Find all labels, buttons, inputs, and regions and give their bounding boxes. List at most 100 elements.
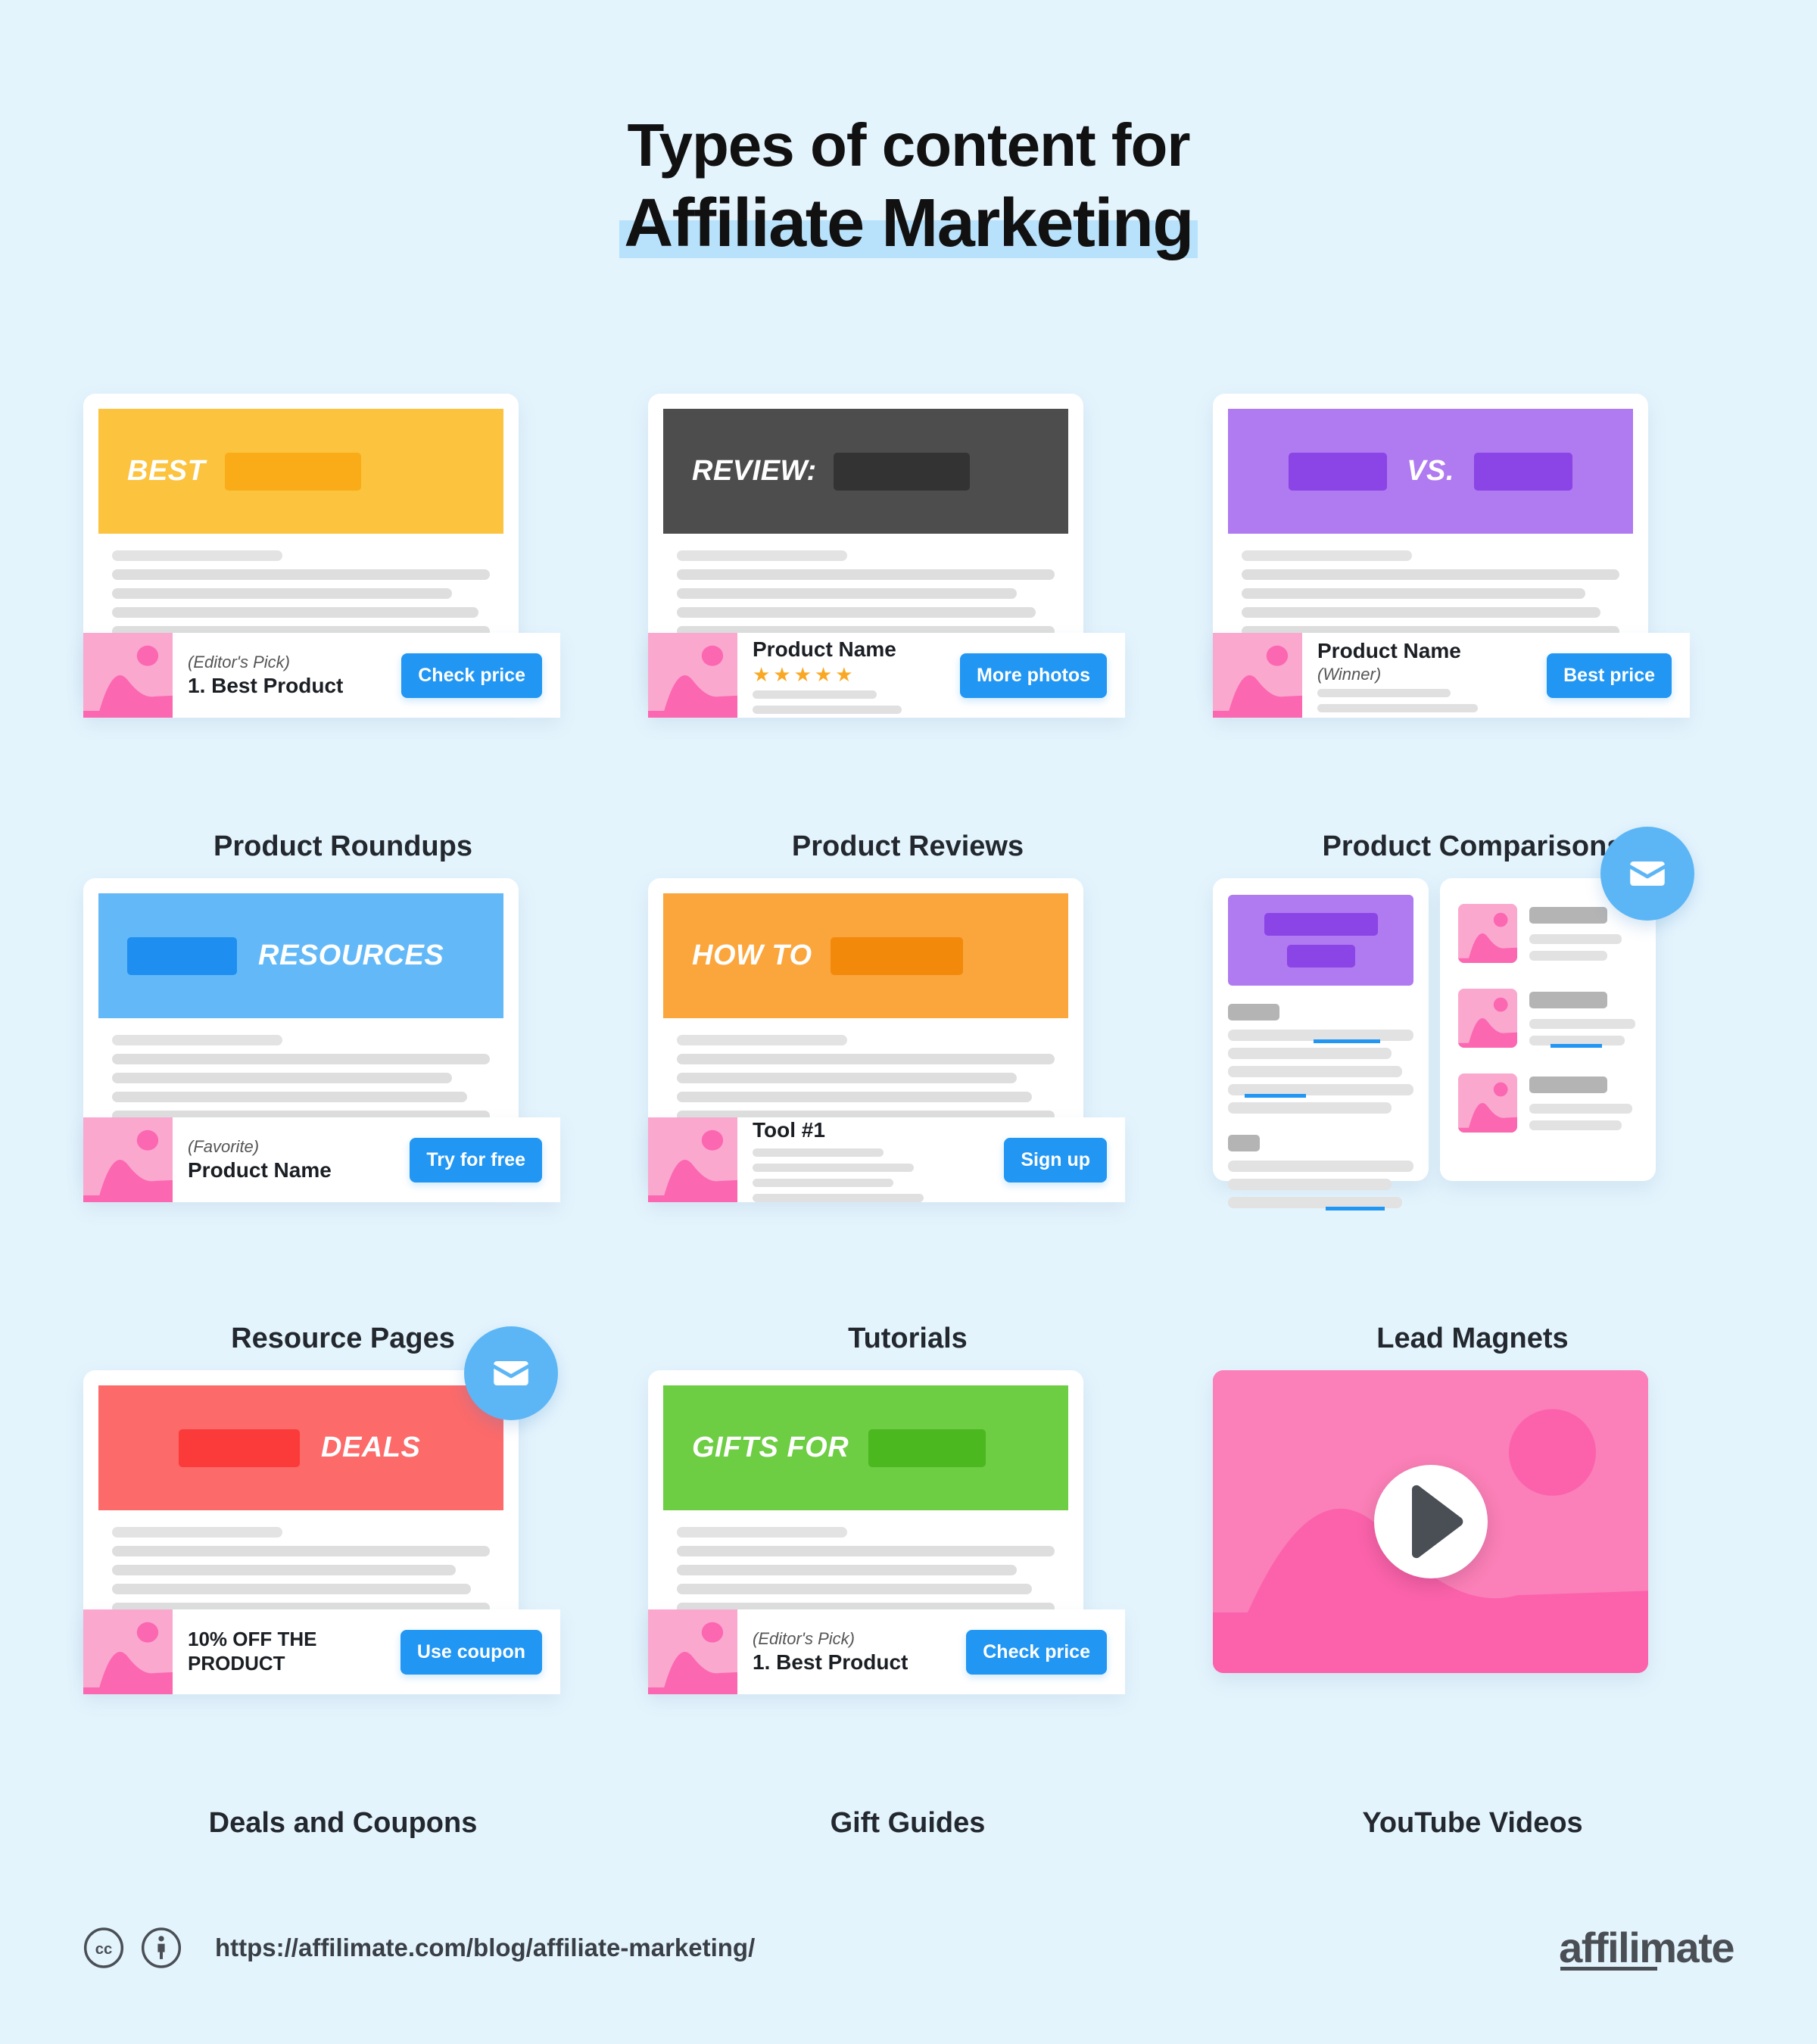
- placeholder-line: [112, 1546, 490, 1556]
- card-product-roundups[interactable]: BEST (Editor's Pick) 1. Best Product Che…: [83, 394, 560, 718]
- card-caption: Product Roundups: [213, 830, 472, 862]
- placeholder-line: [677, 1073, 1018, 1083]
- cell-product-comparisons: VS. Product Name (Winner) Best price Pro…: [1190, 379, 1755, 863]
- attribution-icon: [141, 1927, 182, 1968]
- product-thumbnail: [648, 1609, 737, 1694]
- page-title: Types of content for Affiliate Marketing: [0, 0, 1817, 260]
- placeholder-line: [112, 1054, 490, 1064]
- more-photos-button[interactable]: More photos: [960, 653, 1107, 698]
- title-line-2: Affiliate Marketing: [624, 185, 1194, 261]
- sign-up-button[interactable]: Sign up: [1004, 1137, 1107, 1182]
- cell-youtube-videos: YouTube Videos: [1190, 1355, 1755, 1840]
- placeholder-line: [1529, 1019, 1636, 1029]
- product-name: 10% OFF THE PRODUCT: [188, 1628, 317, 1675]
- placeholder-line: [1228, 1030, 1413, 1043]
- brand-name: affilimate: [1559, 1924, 1734, 1971]
- product-subtitle: (Editor's Pick): [188, 653, 290, 672]
- card-product-comparisons[interactable]: VS. Product Name (Winner) Best price: [1213, 394, 1690, 718]
- product-row: 10% OFF THE PRODUCT Use coupon: [83, 1609, 560, 1694]
- placeholder-line: [1242, 588, 1586, 599]
- placeholder-line: [112, 588, 453, 599]
- banner-placeholder-block: [1473, 452, 1572, 491]
- placeholder-line: [1317, 704, 1479, 713]
- license-block: cc https://affilimate.com/blog/affiliate…: [83, 1927, 755, 1968]
- placeholder-line: [753, 1194, 924, 1203]
- envelope-badge[interactable]: [1600, 827, 1694, 921]
- section-heading-placeholder: [1228, 1135, 1260, 1151]
- placeholder-line: [112, 550, 282, 561]
- infographic-page: Types of content for Affiliate Marketing…: [0, 0, 1817, 2044]
- product-thumbnail: [83, 1117, 173, 1202]
- content-type-grid: BEST (Editor's Pick) 1. Best Product Che…: [61, 379, 1756, 1840]
- envelope-badge[interactable]: [464, 1326, 558, 1420]
- product-subtitle: (Winner): [1317, 664, 1382, 684]
- placeholder-line: [677, 1092, 1033, 1102]
- product-row: Tool #1 Sign up: [648, 1117, 1125, 1203]
- banner-placeholder-block: [833, 452, 970, 491]
- placeholder-line: [112, 1527, 282, 1538]
- use-coupon-button[interactable]: Use coupon: [400, 1629, 542, 1675]
- best-price-button[interactable]: Best price: [1547, 653, 1672, 698]
- card-banner: BEST: [98, 409, 503, 534]
- try-for-free-button[interactable]: Try for free: [410, 1137, 542, 1182]
- placeholder-line: [1228, 1066, 1403, 1077]
- list-item: [1458, 989, 1638, 1052]
- placeholder-line: [677, 1584, 1033, 1594]
- banner-label: VS.: [1407, 455, 1454, 487]
- placeholder-line: [677, 1527, 847, 1538]
- star-rating: ★★★★★: [753, 662, 856, 686]
- placeholder-line: [112, 1565, 457, 1575]
- product-info: Product Name (Winner): [1302, 638, 1547, 713]
- card-product-reviews[interactable]: REVIEW: Product Name ★★★★★ More photos: [648, 394, 1125, 718]
- placeholder-line: [753, 690, 877, 700]
- placeholder-line: [677, 1035, 847, 1045]
- card-deals-and-coupons[interactable]: DEALS 10% OFF THE PRODUCT Use coupon: [83, 1326, 560, 1694]
- card-tutorials[interactable]: HOW TO Tool #1 Sign up: [648, 878, 1125, 1203]
- card-caption: Lead Magnets: [1376, 1323, 1569, 1354]
- placeholder-line: [1228, 1161, 1413, 1172]
- placeholder-line: [112, 607, 479, 618]
- card-resource-pages[interactable]: RESOURCES (Favorite) Product Name Try fo…: [83, 878, 560, 1202]
- item-title-placeholder: [1529, 907, 1607, 924]
- banner-placeholder-block: [127, 936, 237, 975]
- banner-label: REVIEW:: [692, 455, 817, 487]
- item-thumbnail: [1458, 904, 1517, 963]
- brand-underline: [1560, 1967, 1658, 1971]
- video-thumbnail-card[interactable]: [1213, 1370, 1648, 1673]
- banner-placeholder-block: [225, 452, 362, 491]
- play-icon: [1411, 1485, 1463, 1559]
- placeholder-line: [753, 1148, 884, 1158]
- card-gift-guides[interactable]: GIFTS FOR (Editor's Pick) 1. Best Produc…: [648, 1370, 1125, 1694]
- banner-label: GIFTS FOR: [692, 1432, 849, 1463]
- product-row: (Editor's Pick) 1. Best Product Check pr…: [83, 633, 560, 718]
- card-caption: YouTube Videos: [1362, 1807, 1583, 1839]
- placeholder-line: [1529, 934, 1622, 944]
- cell-deals-and-coupons: DEALS 10% OFF THE PRODUCT Use coupon Dea…: [61, 1326, 625, 1840]
- product-row: (Favorite) Product Name Try for free: [83, 1117, 560, 1202]
- banner-placeholder-block: [868, 1429, 986, 1467]
- card-caption: Gift Guides: [830, 1807, 986, 1839]
- product-info: (Editor's Pick) 1. Best Product: [173, 652, 401, 699]
- placeholder-line: [112, 1584, 472, 1594]
- product-name: Product Name: [753, 637, 896, 661]
- banner-label: BEST: [127, 455, 206, 487]
- placeholder-line: [1228, 1197, 1403, 1211]
- banner-label: RESOURCES: [258, 939, 444, 971]
- check-price-button[interactable]: Check price: [401, 653, 542, 698]
- placeholder-line: [112, 1073, 453, 1083]
- product-row: Product Name ★★★★★ More photos: [648, 633, 1125, 718]
- product-row: (Editor's Pick) 1. Best Product Check pr…: [648, 1609, 1125, 1694]
- banner-placeholder-block: [179, 1429, 300, 1467]
- play-button[interactable]: [1373, 1465, 1488, 1578]
- item-meta: [1529, 1073, 1638, 1137]
- product-name: Tool #1: [753, 1117, 825, 1142]
- source-url[interactable]: https://affilimate.com/blog/affiliate-ma…: [215, 1933, 755, 1962]
- lead-magnet-landing-panel[interactable]: [1213, 878, 1429, 1211]
- cell-tutorials: HOW TO Tool #1 Sign up Tutorials: [625, 863, 1190, 1355]
- check-price-button[interactable]: Check price: [966, 1629, 1107, 1675]
- placeholder-line: [112, 1035, 282, 1045]
- item-title-placeholder: [1529, 1077, 1607, 1093]
- product-info: Tool #1: [737, 1117, 1004, 1203]
- lead-magnet-list-panel[interactable]: [1440, 878, 1656, 1181]
- envelope-icon: [1630, 861, 1665, 886]
